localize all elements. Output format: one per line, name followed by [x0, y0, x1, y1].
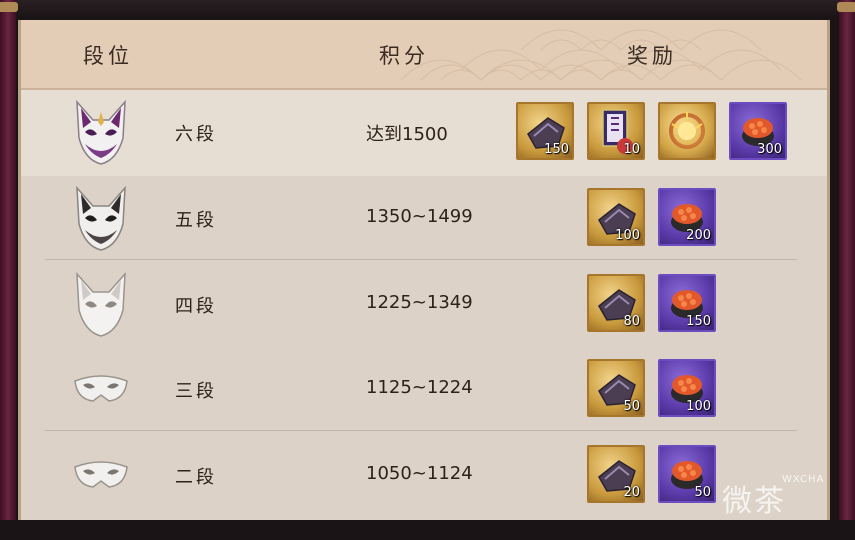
rank-label: 六段 [175, 124, 217, 145]
reward-quantity: 150 [544, 142, 569, 157]
reward-quantity: 150 [686, 314, 711, 329]
reward-fire-frame[interactable] [658, 102, 716, 160]
right-rail [837, 0, 855, 540]
reward-quantity: 300 [757, 142, 782, 157]
rail-cap [0, 2, 18, 12]
reward-quantity: 100 [615, 228, 640, 243]
reward-sushi[interactable]: 100 [658, 359, 716, 417]
reward-sushi[interactable]: 200 [658, 188, 716, 246]
header-reward: 奖励 [627, 44, 677, 68]
rank-label: 四段 [175, 296, 217, 317]
left-rail [0, 0, 18, 540]
reward-amulet[interactable]: 20 [587, 445, 645, 503]
table-row: 二段 1050~1124 20 50 [21, 433, 827, 519]
header-rank: 段位 [83, 44, 133, 68]
row-divider [45, 430, 797, 431]
glow-effect [660, 104, 714, 158]
reward-amulet[interactable]: 50 [587, 359, 645, 417]
table-row: 三段 1125~1224 50 100 [21, 347, 827, 433]
score-range: 1225~1349 [366, 292, 473, 313]
reward-quantity: 100 [686, 399, 711, 414]
fox-mask-white-icon [76, 271, 126, 337]
reward-sushi[interactable]: 150 [658, 274, 716, 332]
rank-reward-panel: 段位 积分 奖励 六段 达到1500 150 10 300 五段 1350~14… [18, 20, 830, 520]
half-mask-icon [74, 461, 128, 488]
reward-quantity: 80 [623, 314, 640, 329]
reward-quantity: 50 [694, 485, 711, 500]
rail-cap [837, 2, 855, 12]
header-score: 积分 [379, 44, 429, 68]
reward-quantity: 10 [623, 142, 640, 157]
table-row: 四段 1225~1349 80 150 [21, 262, 827, 348]
reward-quantity: 200 [686, 228, 711, 243]
half-mask-icon [74, 375, 128, 402]
score-range: 1050~1124 [366, 463, 473, 484]
reward-amulet[interactable]: 150 [516, 102, 574, 160]
fox-mask-purple-icon [76, 99, 126, 165]
watermark: 微茶 WXCHA [722, 470, 832, 520]
row-divider [45, 259, 797, 260]
rank-label: 三段 [175, 381, 217, 402]
score-range: 达到1500 [366, 124, 448, 145]
reward-amulet[interactable]: 80 [587, 274, 645, 332]
table-row: 五段 1350~1499 100 200 [21, 176, 827, 262]
score-range: 1350~1499 [366, 206, 473, 227]
reward-sushi[interactable]: 300 [729, 102, 787, 160]
fox-mask-black-icon [76, 185, 126, 251]
watermark-url: WXCHA [782, 474, 825, 485]
top-bar [0, 0, 855, 18]
reward-quantity: 50 [623, 399, 640, 414]
rank-label: 二段 [175, 467, 217, 488]
table-row: 六段 达到1500 150 10 300 [21, 90, 827, 176]
watermark-text: 微茶 [722, 484, 786, 519]
score-range: 1125~1224 [366, 377, 473, 398]
table-header: 段位 积分 奖励 [21, 20, 827, 90]
reward-amulet[interactable]: 100 [587, 188, 645, 246]
reward-sushi[interactable]: 50 [658, 445, 716, 503]
rank-label: 五段 [175, 210, 217, 231]
reward-quantity: 20 [623, 485, 640, 500]
bottom-bar [0, 520, 855, 540]
reward-ticket[interactable]: 10 [587, 102, 645, 160]
